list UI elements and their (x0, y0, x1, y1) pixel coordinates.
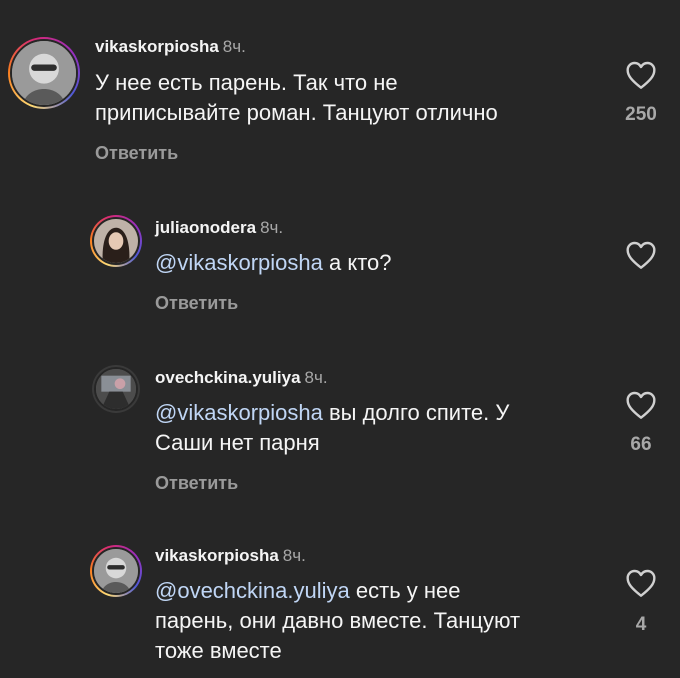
avatar[interactable] (90, 215, 142, 267)
mention-link[interactable]: @vikaskorpiosha (155, 250, 323, 275)
comment-text-line: У нее есть парень. Так что не (95, 70, 398, 95)
comment-text: @vikaskorpiosha а кто? (155, 248, 615, 278)
heart-icon (626, 569, 656, 597)
user-avatar-icon (92, 547, 140, 595)
like-count: 4 (635, 614, 647, 635)
like-button[interactable] (624, 60, 658, 90)
heart-icon (626, 391, 656, 419)
like-button[interactable] (624, 240, 658, 270)
comment-text: У нее есть парень. Так что не приписывай… (95, 68, 615, 128)
like-button[interactable] (624, 568, 658, 598)
comment-text-line: парень, они давно вместе. Танцуют (155, 608, 521, 633)
user-avatar-icon (92, 217, 140, 265)
avatar[interactable] (92, 365, 140, 413)
like-count: 66 (630, 434, 652, 455)
comment-timestamp: 8ч. (260, 218, 284, 237)
user-avatar-icon (10, 39, 78, 107)
heart-icon (626, 61, 656, 89)
comment-timestamp: 8ч. (282, 546, 306, 565)
comment-text-line: вы долго спите. У (322, 400, 510, 425)
comment-username[interactable]: ovechckina.yuliya (155, 368, 301, 387)
avatar[interactable] (90, 545, 142, 597)
comment-timestamp: 8ч. (304, 368, 328, 387)
reply-button[interactable]: Ответить (155, 472, 238, 494)
comment-username[interactable]: juliaonodera (155, 218, 256, 237)
comment-text-line: а кто? (322, 250, 392, 275)
avatar[interactable] (8, 37, 80, 109)
comment-text-line: есть у нее (349, 578, 461, 603)
reply-button[interactable]: Ответить (95, 142, 178, 164)
comment-timestamp: 8ч. (222, 37, 246, 56)
mention-link[interactable]: @ovechckina.yuliya (155, 578, 350, 603)
comment-text-line: приписывайте роман. Танцуют отлично (95, 100, 498, 125)
user-avatar-icon (94, 367, 138, 411)
comment-text-line: Саши нет парня (155, 430, 320, 455)
like-button[interactable] (624, 390, 658, 420)
like-count: 250 (625, 104, 657, 125)
comment-text-line: тоже вместе (155, 638, 282, 663)
heart-icon (626, 241, 656, 269)
comment-username[interactable]: vikaskorpiosha (95, 37, 219, 56)
comment-text: @vikaskorpiosha вы долго спите. У Саши н… (155, 398, 615, 458)
comment-username[interactable]: vikaskorpiosha (155, 546, 279, 565)
comment-text: @ovechckina.yuliya есть у нее парень, он… (155, 576, 615, 666)
mention-link[interactable]: @vikaskorpiosha (155, 400, 323, 425)
reply-button[interactable]: Ответить (155, 292, 238, 314)
